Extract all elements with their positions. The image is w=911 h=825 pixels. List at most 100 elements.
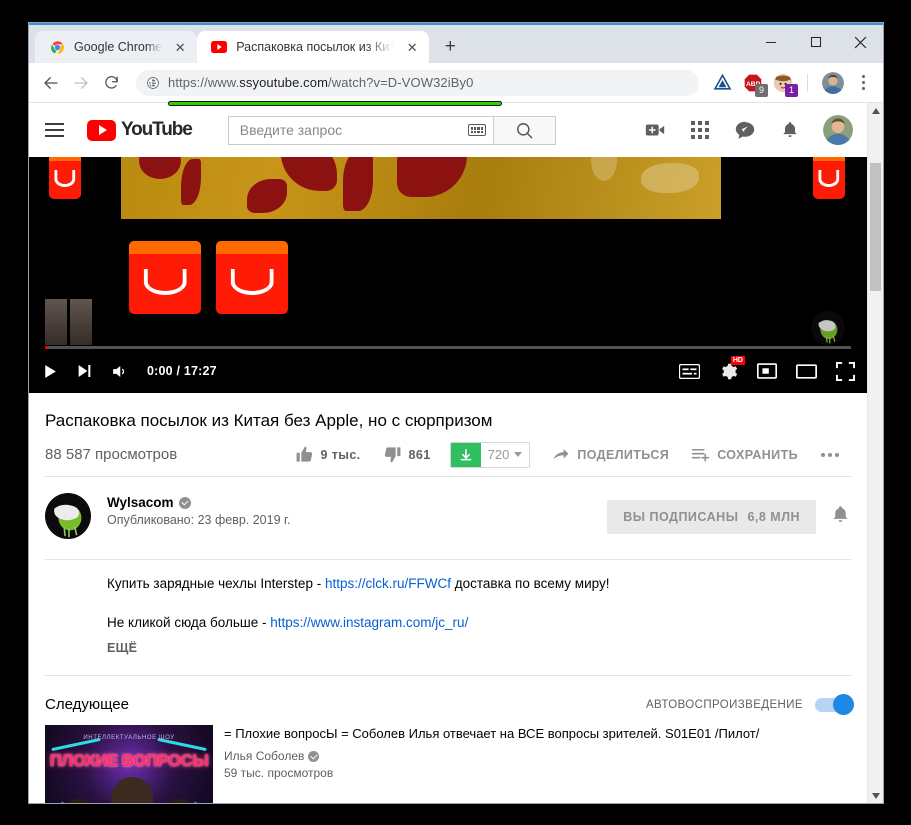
extension-badge: 1 [785,84,798,97]
scroll-down-arrow[interactable] [868,788,883,803]
save-playlist-icon [691,445,710,464]
scrollbar-thumb[interactable] [870,163,881,291]
adblockplus-icon[interactable]: ABP 9 [742,72,763,93]
volume-icon[interactable] [110,362,129,381]
new-tab-button[interactable]: + [435,32,465,62]
suggested-channel-name: Илья Соболев [224,749,304,763]
toolbar-divider [807,74,808,92]
suggested-video-channel[interactable]: Илья Соболев [224,749,759,763]
keyboard-icon[interactable] [468,124,486,136]
autoplay-control[interactable]: АВТОВОСПРОИЗВЕДЕНИЕ [646,698,851,712]
apps-grid-icon[interactable] [688,118,712,142]
subscribe-label: ВЫ ПОДПИСАНЫ [623,510,738,524]
forward-button[interactable] [67,69,95,97]
guide-menu-icon[interactable] [45,118,69,142]
channel-name: Wylsacom [107,495,174,510]
share-button[interactable]: ПОДЕЛИТЬСЯ [540,436,680,474]
description-link[interactable]: https://www.instagram.com/jc_ru/ [270,615,468,630]
tab-close-icon[interactable]: ✕ [403,38,421,56]
search-box[interactable] [228,116,494,145]
download-control[interactable]: 720 [450,442,531,468]
minimize-button[interactable] [748,25,793,59]
youtube-play-icon [87,120,116,141]
tab-youtube-video[interactable]: Распаковка посылок из Китая б ✕ [197,31,429,63]
tab-title: Google Chrome [74,40,162,54]
savefrom-icon[interactable] [712,72,733,93]
profile-avatar[interactable] [822,72,844,94]
notifications-bell-icon[interactable] [778,118,802,142]
theater-mode-icon[interactable] [796,364,817,379]
more-actions-button[interactable] [809,453,851,457]
address-bar[interactable]: https://www.ssyoutube.com/watch?v=D-VOW3… [136,70,699,96]
youtube-icon [211,39,227,55]
publish-date: Опубликовано: 23 февр. 2019 г. [107,513,291,527]
dislike-button[interactable]: 861 [372,436,442,474]
play-button[interactable] [41,363,58,380]
close-button[interactable] [838,25,883,59]
channel-avatar[interactable] [45,493,91,539]
page-viewport: YouTube [29,103,883,803]
share-label: ПОДЕЛИТЬСЯ [577,448,669,462]
dislike-count: 861 [409,448,431,462]
subscribe-button[interactable]: ВЫ ПОДПИСАНЫ 6,8 МЛН [607,500,816,534]
shopping-bag-graphic [129,241,201,314]
create-video-icon[interactable] [643,118,667,142]
subscribe-area: ВЫ ПОДПИСАНЫ 6,8 МЛН [607,493,851,539]
video-player[interactable]: 0:00 / 17:27 HD [29,157,867,393]
save-button[interactable]: СОХРАНИТЬ [680,436,809,474]
autoplay-toggle[interactable] [815,698,851,712]
next-video-button[interactable] [76,363,92,379]
download-quality-value: 720 [488,447,510,462]
scroll-up-arrow[interactable] [868,103,883,118]
list-item[interactable]: ИНТЕЛЛЕКТУАЛЬНОЕ ШОУ ПЛОХИЕ ВОПРОСЫ = Пл… [45,725,851,803]
video-title: Распаковка посылок из Китая без Apple, н… [45,393,851,433]
quality-badge: HD [731,356,745,365]
browser-toolbar: https://www.ssyoutube.com/watch?v=D-VOW3… [29,63,883,103]
reload-button[interactable] [97,69,125,97]
tab-close-icon[interactable]: ✕ [171,38,189,56]
miniplayer-icon[interactable] [757,363,777,379]
video-description: Купить зарядные чехлы Interstep - https:… [45,574,851,655]
description-link[interactable]: https://clck.ru/FFWCf [325,576,451,591]
chrome-menu-button[interactable] [853,75,873,90]
subtitles-icon[interactable] [679,364,700,379]
chevron-down-icon [514,452,522,457]
youtube-masthead: YouTube [29,103,867,157]
extension-avatar-icon[interactable]: 1 [772,72,793,93]
back-button[interactable] [37,69,65,97]
description-line-1: Купить зарядные чехлы Interstep - https:… [107,574,851,594]
tab-google-chrome[interactable]: Google Chrome ✕ [35,31,197,63]
channel-watermark[interactable] [811,311,845,345]
description-text: Купить зарядные чехлы Interstep - [107,576,325,591]
notification-bell-icon[interactable] [830,504,851,530]
fullscreen-icon[interactable] [836,362,855,381]
download-button[interactable] [451,443,481,467]
show-more-button[interactable]: ЕЩЁ [107,641,851,655]
extension-badge: 9 [755,84,768,97]
suggested-video-title[interactable]: = Плохие вопросЫ = Соболев Илья отвечает… [224,726,759,743]
globe-icon [145,75,160,90]
youtube-logo[interactable]: YouTube [87,119,192,141]
video-info: Распаковка посылок из Китая без Apple, н… [29,393,867,803]
maximize-button[interactable] [793,25,838,59]
youtube-wordmark: YouTube [121,119,192,141]
video-actions: 9 тыс. 861 720 [284,436,852,474]
player-controls: 0:00 / 17:27 HD [29,349,867,393]
masthead-actions [643,115,853,145]
view-count: 88 587 просмотров [45,446,177,463]
suggested-video-thumbnail[interactable]: ИНТЕЛЛЕКТУАЛЬНОЕ ШОУ ПЛОХИЕ ВОПРОСЫ [45,725,213,803]
search-input[interactable] [240,122,468,138]
settings-gear-icon[interactable]: HD [719,362,738,381]
autoplay-label: АВТОВОСПРОИЗВЕДЕНИЕ [646,699,803,711]
shopping-bag-graphic [813,157,845,199]
thumbs-up-icon [295,445,314,464]
like-button[interactable]: 9 тыс. [284,436,372,474]
messages-icon[interactable] [733,118,757,142]
verified-badge-icon [179,497,191,509]
account-avatar[interactable] [823,115,853,145]
download-quality-select[interactable]: 720 [481,443,530,467]
page-scrollbar[interactable] [867,103,883,803]
channel-name-row[interactable]: Wylsacom [107,495,291,510]
search-button[interactable] [494,116,556,145]
chrome-icon [49,39,65,55]
